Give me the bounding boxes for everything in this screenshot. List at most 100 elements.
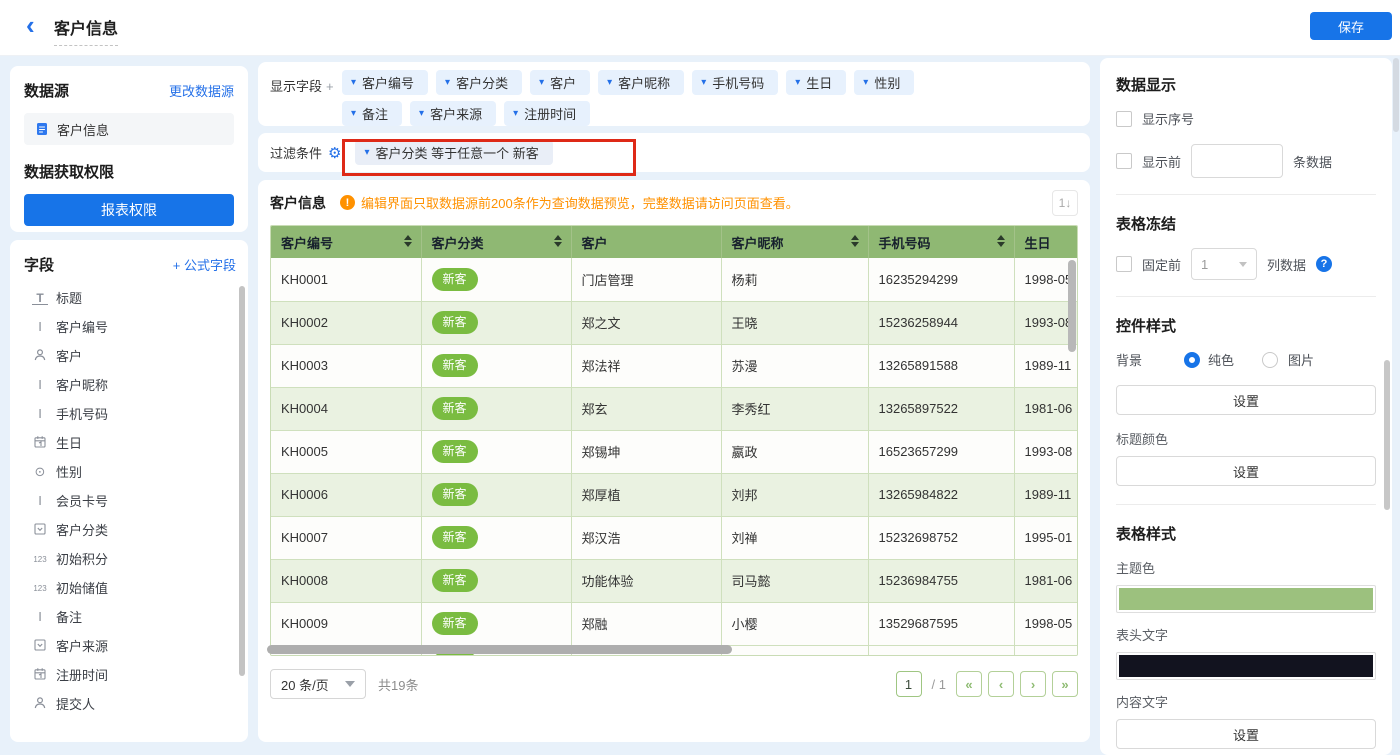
next-page-button[interactable]: ›: [1020, 671, 1046, 697]
background-set-button[interactable]: 设置: [1116, 385, 1376, 415]
display-field-chip[interactable]: ▾ 生日: [786, 70, 846, 95]
sort-icon[interactable]: [997, 235, 1005, 247]
solid-color-radio[interactable]: [1184, 352, 1200, 368]
save-button[interactable]: 保存: [1310, 12, 1392, 40]
title-color-set-button[interactable]: 设置: [1116, 456, 1376, 486]
page-scrollbar[interactable]: [1392, 0, 1400, 755]
table-row[interactable]: KH0001新客门店管理杨莉162352942991998-05: [271, 258, 1077, 301]
warning-text: 编辑界面只取数据源前200条作为查询数据预览，完整数据请访问页面查看。: [361, 193, 799, 212]
show-index-checkbox[interactable]: [1116, 111, 1132, 127]
display-field-chip-label: 生日: [806, 73, 832, 92]
category-badge: 新客: [432, 311, 478, 334]
field-item[interactable]: 生日: [24, 428, 236, 457]
sort-order-tool-icon[interactable]: 1↓: [1052, 190, 1078, 216]
table-cell-phone: 15236258944: [868, 301, 1014, 344]
calendar-icon: [32, 666, 48, 684]
display-field-chip[interactable]: ▾客户分类: [436, 70, 522, 95]
document-icon: [34, 121, 50, 137]
field-item[interactable]: I备注: [24, 602, 236, 631]
table-vertical-scrollbar[interactable]: [1068, 260, 1076, 352]
table-row[interactable]: KH0003新客郑法祥苏漫132658915881989-11: [271, 344, 1077, 387]
sort-icon[interactable]: [404, 235, 412, 247]
category-badge: 新客: [432, 440, 478, 463]
show-first-count-input[interactable]: [1191, 144, 1283, 178]
freeze-checkbox[interactable]: [1116, 256, 1132, 272]
display-field-chip[interactable]: ▾手机号码: [692, 70, 778, 95]
display-field-chip[interactable]: ▾性别: [854, 70, 914, 95]
help-icon[interactable]: ?: [1316, 256, 1332, 272]
category-badge: 新客: [432, 569, 478, 592]
content-text-set-button[interactable]: 设置: [1116, 719, 1376, 749]
freeze-count-select[interactable]: 1: [1191, 248, 1257, 280]
field-item[interactable]: I会员卡号: [24, 486, 236, 515]
field-item[interactable]: 123初始储值: [24, 573, 236, 602]
table-cell-birthday: 1998-05: [1014, 602, 1077, 645]
sort-icon[interactable]: [554, 235, 562, 247]
chevron-down-icon: ▾: [419, 109, 424, 119]
field-item[interactable]: ⊙性别: [24, 457, 236, 486]
chevron-down-icon: ▾: [795, 78, 800, 88]
chevron-down-icon: ▾: [445, 78, 450, 88]
first-page-button[interactable]: «: [956, 671, 982, 697]
display-field-chip[interactable]: ▾客户编号: [342, 70, 428, 95]
gear-icon[interactable]: ⚙: [328, 144, 341, 162]
column-header-label: 手机号码: [879, 236, 931, 251]
table-cell-birthday: 1989-11: [1014, 473, 1077, 516]
table-row[interactable]: KH0008新客功能体验司马懿152369847551981-06: [271, 559, 1077, 602]
display-field-chip[interactable]: ▾备注: [342, 101, 402, 126]
table-row[interactable]: KH0005新客郑锡坤嬴政165236572991993-08: [271, 430, 1077, 473]
add-formula-field-link[interactable]: + 公式字段: [173, 255, 236, 274]
widget-style-title: 控件样式: [1116, 315, 1376, 336]
datasource-item[interactable]: 客户信息: [24, 113, 234, 145]
display-field-chip[interactable]: ▾客户来源: [410, 101, 496, 126]
back-icon[interactable]: ‹: [26, 10, 35, 40]
report-permission-button[interactable]: 报表权限: [24, 194, 234, 226]
header-text-swatch[interactable]: [1116, 652, 1376, 680]
display-field-chip[interactable]: ▾客户昵称: [598, 70, 684, 95]
chevron-down-icon: ▾: [351, 78, 356, 88]
field-item[interactable]: 客户来源: [24, 631, 236, 660]
filter-condition-chip[interactable]: ▾ 客户分类 等于任意一个 新客: [355, 140, 552, 165]
category-badge: 新客: [432, 483, 478, 506]
table-cell-birthday: 1995-01: [1014, 516, 1077, 559]
change-datasource-link[interactable]: 更改数据源: [169, 81, 234, 100]
field-item[interactable]: 123初始积分: [24, 544, 236, 573]
settings-sidebar: 数据显示 显示序号 显示前 条数据 表格冻结 固定前 1 列数据 ? 控件样式 …: [1100, 58, 1392, 755]
add-display-field-icon[interactable]: +: [326, 79, 334, 94]
last-page-button[interactable]: »: [1052, 671, 1078, 697]
person-icon: [32, 695, 48, 713]
image-radio[interactable]: [1262, 352, 1278, 368]
column-header-label: 生日: [1025, 236, 1051, 251]
page-size-select[interactable]: 20 条/页: [270, 669, 366, 699]
table-row[interactable]: KH0006新客郑厚植刘邦132659848221989-11: [271, 473, 1077, 516]
field-item[interactable]: T标题: [24, 283, 236, 312]
show-index-label: 显示序号: [1142, 109, 1194, 128]
table-horizontal-scrollbar[interactable]: [267, 645, 732, 654]
prev-page-button[interactable]: ‹: [988, 671, 1014, 697]
display-field-chip[interactable]: ▾客户: [530, 70, 590, 95]
field-item-label: 性别: [56, 462, 82, 481]
sort-icon[interactable]: [851, 235, 859, 247]
field-item[interactable]: I客户昵称: [24, 370, 236, 399]
theme-color-swatch[interactable]: [1116, 585, 1376, 613]
table-row[interactable]: KH0009新客郑融小樱135296875951998-05: [271, 602, 1077, 645]
field-item[interactable]: 提交人: [24, 689, 236, 718]
field-item[interactable]: 注册时间: [24, 660, 236, 689]
settings-scrollbar[interactable]: [1384, 360, 1390, 510]
table-cell-name: 郑锡坤: [571, 430, 721, 473]
table-cell-nickname: 小樱: [721, 602, 868, 645]
table-row[interactable]: KH0004新客郑玄李秀红132658975221981-06: [271, 387, 1077, 430]
field-item[interactable]: I手机号码: [24, 399, 236, 428]
display-field-chip[interactable]: ▾注册时间: [504, 101, 590, 126]
field-item[interactable]: 客户分类: [24, 515, 236, 544]
show-first-checkbox[interactable]: [1116, 153, 1132, 169]
field-item[interactable]: I客户编号: [24, 312, 236, 341]
field-item-label: 客户分类: [56, 520, 108, 539]
table-row[interactable]: KH0002新客郑之文王晓152362589441993-08: [271, 301, 1077, 344]
table-row[interactable]: KH0007新客郑汉浩刘禅152326987521995-01: [271, 516, 1077, 559]
field-item[interactable]: 客户: [24, 341, 236, 370]
current-page-box[interactable]: 1: [896, 671, 922, 697]
data-table: 客户编号客户分类客户客户昵称手机号码生日KH0001新客门店管理杨莉162352…: [271, 226, 1078, 656]
fields-scrollbar[interactable]: [239, 286, 245, 676]
permission-title: 数据获取权限: [24, 161, 234, 182]
